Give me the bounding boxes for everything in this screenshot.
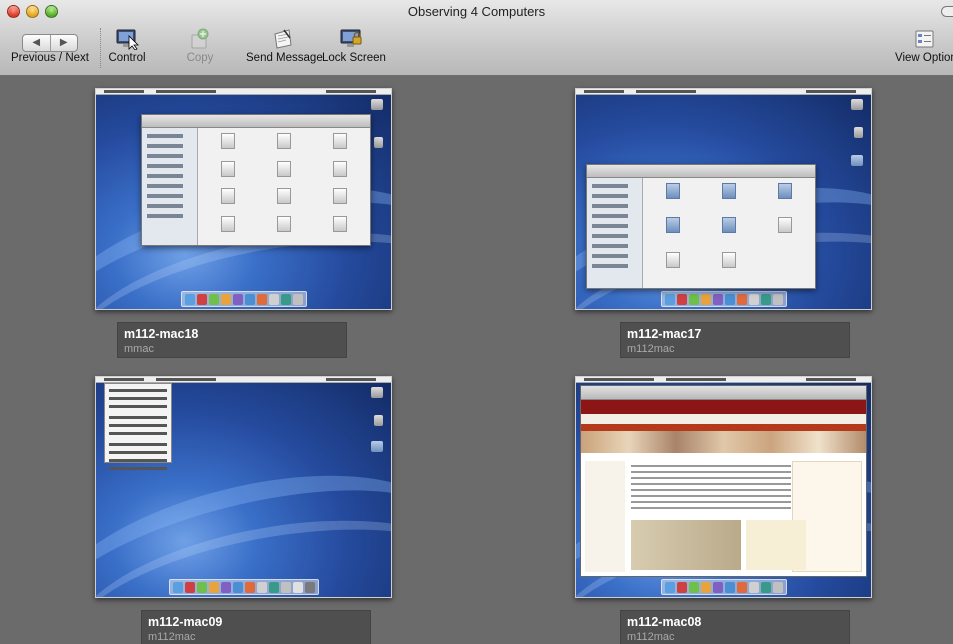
copy-label: Copy [186,52,214,64]
send-message-icon [274,29,292,49]
hard-drive-icon [371,99,383,110]
hard-drive-icon [371,387,383,398]
remote-dock [180,291,307,307]
computer-user: m112mac [148,631,196,643]
document-icon [854,127,863,138]
computer-caption[interactable]: m112-mac08 m112mac [620,610,850,644]
remote-dock [660,579,787,595]
screen-thumbnail[interactable] [575,88,872,310]
screen-thumbnail[interactable] [95,376,392,598]
computer-caption[interactable]: m112-mac18 mmac [117,322,347,358]
remote-dock [660,291,787,307]
previous-button[interactable]: ◀ [23,35,50,51]
remote-menubar [96,89,391,95]
computer-caption[interactable]: m112-mac09 m112mac [141,610,371,644]
browser-window [580,385,867,577]
apple-menu [104,383,172,470]
control-label: Control [108,52,146,64]
window-toolbar: Observing 4 Computers ◀ ▶ Previous / Nex… [0,0,953,76]
finder-window [141,114,371,246]
hard-drive-icon [851,99,863,110]
folder-icon [851,155,863,166]
finder-window [586,164,816,289]
previous-next-label: Previous / Next [11,52,89,64]
computer-name: m112-mac17 [627,327,702,341]
view-options-icon [915,30,934,48]
next-button[interactable]: ▶ [49,35,78,51]
lock-screen-label: Lock Screen [322,52,386,64]
computer-user: m112mac [627,631,675,643]
screen-thumbnail[interactable] [95,88,392,310]
send-message-label: Send Message [246,52,323,64]
control-screen-icon [116,29,139,50]
computer-caption[interactable]: m112-mac17 m112mac [620,322,850,358]
window-title: Observing 4 Computers [407,4,546,19]
computer-name: m112-mac18 [124,327,199,341]
copy-items-icon [191,28,209,49]
remote-dock [168,579,319,595]
view-options-label: View Option [895,52,953,64]
folder-icon [371,441,383,452]
toolbar-separator [100,28,101,68]
screen-thumbnail[interactable] [575,376,872,598]
remote-menubar [576,377,871,383]
computer-name: m112-mac08 [627,615,702,629]
computer-name: m112-mac09 [148,615,223,629]
document-icon [374,415,383,426]
computer-user: mmac [124,343,154,355]
toolbar-toggle-button[interactable] [941,6,953,17]
document-icon [374,137,383,148]
remote-menubar [576,89,871,95]
lock-screen-icon [340,29,362,47]
computer-user: m112mac [627,343,675,355]
back-forward-icon: ◀ ▶ [22,34,78,52]
